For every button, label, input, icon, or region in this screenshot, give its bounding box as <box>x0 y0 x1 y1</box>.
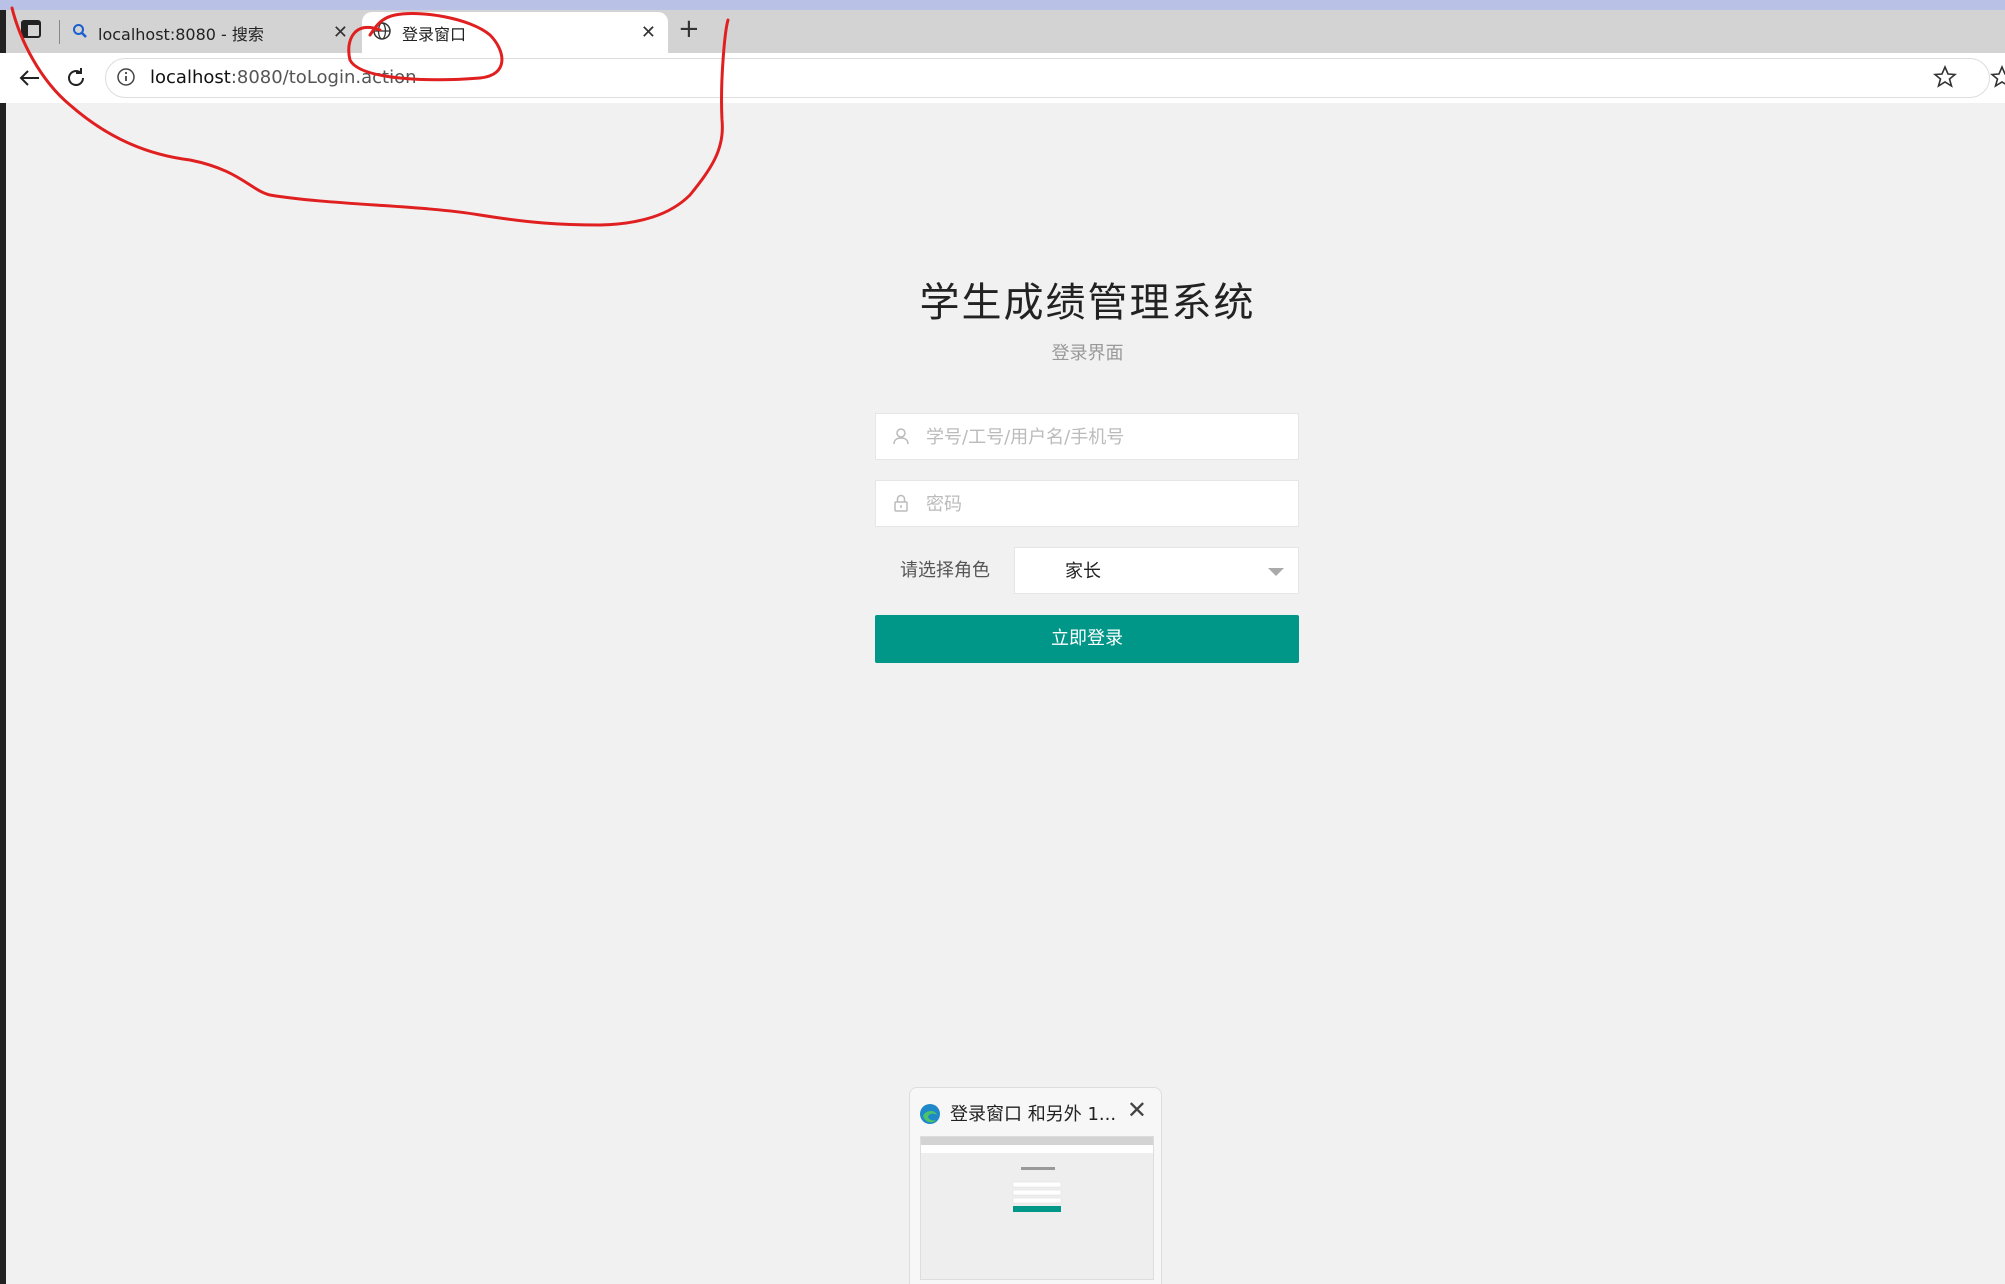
dropdown-caret-icon <box>1268 568 1284 576</box>
tab-search[interactable]: localhost:8080 - 搜索 ✕ <box>60 12 360 53</box>
tab-login[interactable]: 登录窗口 ✕ <box>362 12 668 53</box>
taskbar-window-preview[interactable]: 登录窗口 和另外 1... ✕ <box>909 1087 1162 1284</box>
close-tab-icon[interactable]: ✕ <box>641 22 656 43</box>
username-field[interactable] <box>875 413 1299 461</box>
login-button[interactable]: 立即登录 <box>875 615 1299 663</box>
password-input[interactable] <box>924 481 1288 528</box>
globe-icon <box>372 21 392 45</box>
role-select-value: 家长 <box>1065 561 1101 582</box>
password-field[interactable] <box>875 480 1299 528</box>
reload-icon[interactable] <box>64 66 88 94</box>
new-tab-plus-icon[interactable]: + <box>678 14 700 44</box>
lock-icon <box>891 493 911 517</box>
preview-close-icon[interactable]: ✕ <box>1127 1096 1147 1124</box>
back-arrow-icon[interactable] <box>18 66 42 94</box>
site-info-icon[interactable] <box>116 67 136 91</box>
page-subtitle: 登录界面 <box>1051 343 1124 364</box>
preview-thumbnail <box>920 1136 1154 1280</box>
url-path: :8080/toLogin.action <box>230 67 417 88</box>
preview-title: 登录窗口 和另外 1... <box>950 1104 1117 1125</box>
user-icon <box>891 426 911 450</box>
close-tab-icon[interactable]: ✕ <box>333 22 348 43</box>
search-icon <box>72 23 88 43</box>
username-input[interactable] <box>924 414 1288 461</box>
edge-browser-icon <box>918 1102 942 1130</box>
favorite-star-icon[interactable] <box>1932 64 1958 93</box>
page-title: 学生成绩管理系统 <box>919 280 1256 326</box>
tab-login-label: 登录窗口 <box>402 24 467 44</box>
window-left-edge <box>0 10 6 1284</box>
tab-search-label: localhost:8080 - 搜索 <box>98 24 264 44</box>
url-host: localhost <box>150 67 231 88</box>
window-top-strip <box>0 0 2005 10</box>
url-text[interactable]: localhost:8080/toLogin.action <box>150 67 417 88</box>
role-label: 请选择角色 <box>900 560 990 581</box>
role-select[interactable]: 家长 <box>1014 547 1299 594</box>
favorites-list-icon[interactable] <box>1989 64 2005 93</box>
